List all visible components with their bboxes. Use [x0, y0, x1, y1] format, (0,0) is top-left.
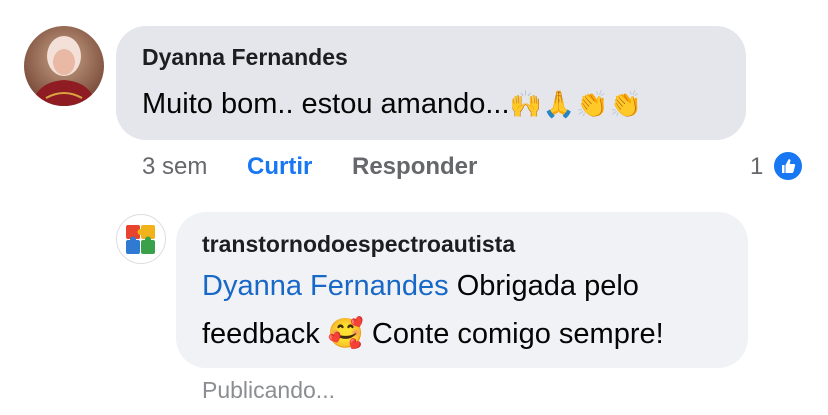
- reaction-count[interactable]: 1: [750, 153, 763, 181]
- comment-timestamp: 3 sem: [142, 153, 208, 180]
- mention-link[interactable]: Dyanna Fernandes: [202, 270, 449, 302]
- comment-text: Muito bom.. estou amando...🙌🙏👏👏: [142, 88, 643, 121]
- reply-author[interactable]: transtornodoespectroautista: [202, 231, 515, 258]
- reply-text: Dyanna Fernandes Obrigada pelo feedback …: [202, 262, 732, 358]
- smiling-hearts-emoji: 🥰: [327, 318, 364, 350]
- user-photo-avatar: [24, 26, 104, 106]
- puzzle-pieces-icon: [126, 225, 155, 254]
- reply-button[interactable]: Responder: [352, 153, 477, 181]
- comment-body: Muito bom.. estou amando...: [142, 88, 510, 120]
- comment-author[interactable]: Dyanna Fernandes: [142, 44, 348, 71]
- emoji-reactions-text: 🙌🙏👏👏: [509, 89, 644, 119]
- like-button[interactable]: Curtir: [247, 153, 312, 181]
- avatar[interactable]: [24, 26, 104, 106]
- avatar[interactable]: [116, 214, 166, 264]
- thumbs-up-icon[interactable]: [772, 150, 804, 182]
- reply-text-part: Conte comigo sempre!: [363, 318, 664, 350]
- publishing-status: Publicando...: [202, 377, 335, 403]
